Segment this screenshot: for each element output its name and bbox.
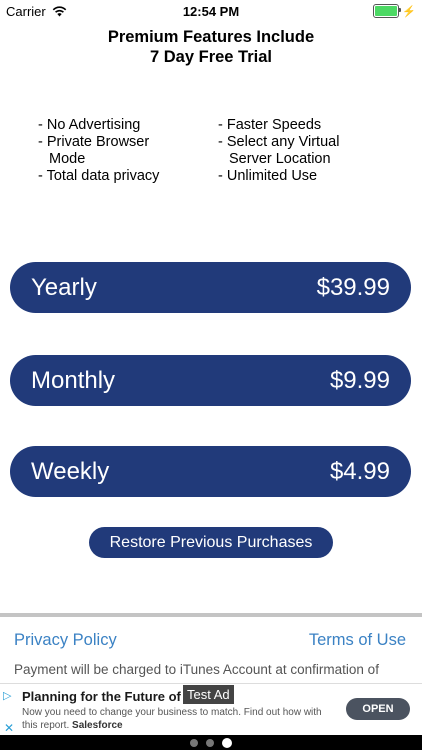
status-right: ⚡ [373, 4, 416, 18]
ad-description-line-1: Now you need to change your business to … [22, 707, 322, 718]
title-line-1: Premium Features Include [107, 28, 315, 46]
ad-description-line-2: this report. Salesforce [22, 719, 342, 732]
charging-icon: ⚡ [402, 5, 416, 18]
plan-name: Monthly [31, 366, 116, 394]
ad-open-button[interactable]: OPEN [346, 698, 410, 720]
battery-icon [373, 4, 402, 18]
divider [0, 613, 422, 617]
ad-close-icon[interactable]: ✕ [4, 721, 14, 735]
payment-terms-text: Payment will be charged to iTunes Accoun… [14, 662, 379, 677]
feature-item: - Faster Speeds [218, 117, 322, 133]
features-right: - Faster Speeds - Select any Virtual Ser… [218, 117, 398, 185]
ad-banner[interactable]: ▷ ✕ Planning for the Future of A Test Ad… [0, 683, 422, 736]
page-title: Premium Features Include 7 Day Free Tria… [0, 27, 422, 67]
ad-description-text: this report. [22, 720, 70, 731]
test-ad-badge: Test Ad [183, 685, 234, 704]
plan-name: Weekly [31, 457, 110, 485]
plan-price: $39.99 [316, 273, 390, 301]
page-dot[interactable] [190, 738, 198, 747]
plan-price: $4.99 [329, 457, 390, 485]
monthly-plan-button[interactable]: Monthly $9.99 [10, 355, 411, 406]
ad-brand: Salesforce [72, 720, 123, 731]
ad-description: Now you need to change your business to … [22, 706, 342, 732]
page-indicator [0, 735, 422, 750]
feature-item: Server Location [229, 151, 331, 167]
page-dot-active[interactable] [222, 737, 232, 748]
yearly-plan-button[interactable]: Yearly $39.99 [10, 262, 411, 313]
feature-item: - Select any Virtual [218, 134, 340, 150]
weekly-plan-button[interactable]: Weekly $4.99 [10, 446, 411, 497]
ad-title: Planning for the Future of A [22, 689, 194, 704]
feature-item: - Unlimited Use [218, 168, 318, 184]
feature-item: - No Advertising [38, 117, 141, 133]
plan-name: Yearly [31, 273, 97, 301]
features-left: - No Advertising - Private Browser Mode … [38, 117, 218, 185]
status-bar: Carrier 12:54 PM ⚡ [0, 0, 422, 22]
status-time: 12:54 PM [182, 4, 240, 19]
feature-item: Mode [49, 151, 86, 167]
feature-item: - Total data privacy [38, 168, 160, 184]
plan-price: $9.99 [329, 366, 390, 394]
title-line-2: 7 Day Free Trial [150, 48, 272, 66]
features-list: - No Advertising - Private Browser Mode … [38, 117, 398, 185]
page-dot[interactable] [206, 738, 214, 747]
feature-item: - Private Browser [38, 134, 150, 150]
privacy-policy-link[interactable]: Privacy Policy [14, 631, 117, 650]
restore-purchases-button[interactable]: Restore Previous Purchases [89, 527, 333, 558]
terms-of-use-link[interactable]: Terms of Use [309, 631, 406, 650]
ad-choices-icon[interactable]: ▷ [3, 689, 11, 702]
